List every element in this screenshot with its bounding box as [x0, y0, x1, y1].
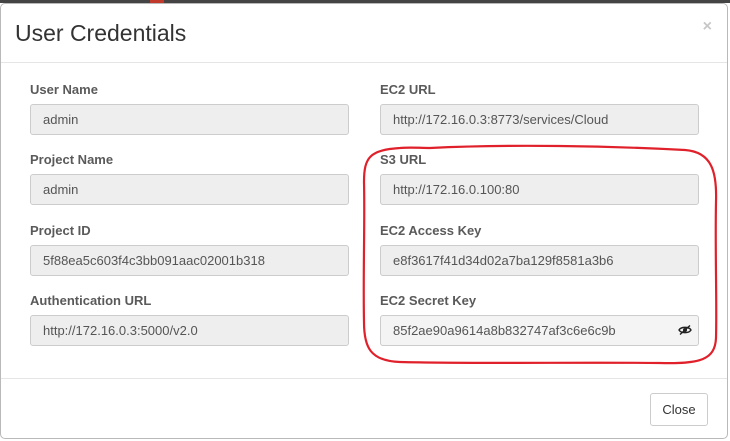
modal-header: User Credentials × — [1, 4, 727, 63]
ec2-access-key-field[interactable]: e8f3617f41d34d02a7ba129f8581a3b6 — [380, 245, 699, 276]
credentials-modal: User Credentials × — [0, 3, 728, 439]
ec2-secret-key-field[interactable]: 85f2ae90a9614a8b832747af3c6e6c9b — [380, 315, 699, 346]
s3-url-label: S3 URL — [380, 152, 427, 167]
close-button[interactable]: Close — [650, 393, 708, 426]
modal-title: User Credentials — [15, 20, 187, 46]
ec2-access-key-label: EC2 Access Key — [380, 223, 482, 238]
ec2-secret-key-label: EC2 Secret Key — [380, 293, 477, 308]
auth-url-field[interactable]: http://172.16.0.3:5000/v2.0 — [30, 315, 349, 346]
ec2-url-label: EC2 URL — [380, 82, 436, 97]
project-id-field[interactable]: 5f88ea5c603f4c3bb091aac02001b318 — [30, 245, 349, 276]
auth-url-label: Authentication URL — [30, 293, 152, 308]
project-name-field[interactable]: admin — [30, 174, 349, 205]
project-name-label: Project Name — [30, 152, 114, 167]
project-id-label: Project ID — [30, 223, 91, 238]
user-name-label: User Name — [30, 82, 98, 97]
s3-url-field[interactable]: http://172.16.0.100:80 — [380, 174, 699, 205]
eye-slash-icon[interactable] — [678, 325, 692, 335]
close-icon[interactable]: × — [703, 18, 712, 36]
ec2-url-field[interactable]: http://172.16.0.3:8773/services/Cloud — [380, 104, 699, 135]
user-name-field[interactable]: admin — [30, 104, 349, 135]
modal-footer-divider — [1, 378, 727, 379]
